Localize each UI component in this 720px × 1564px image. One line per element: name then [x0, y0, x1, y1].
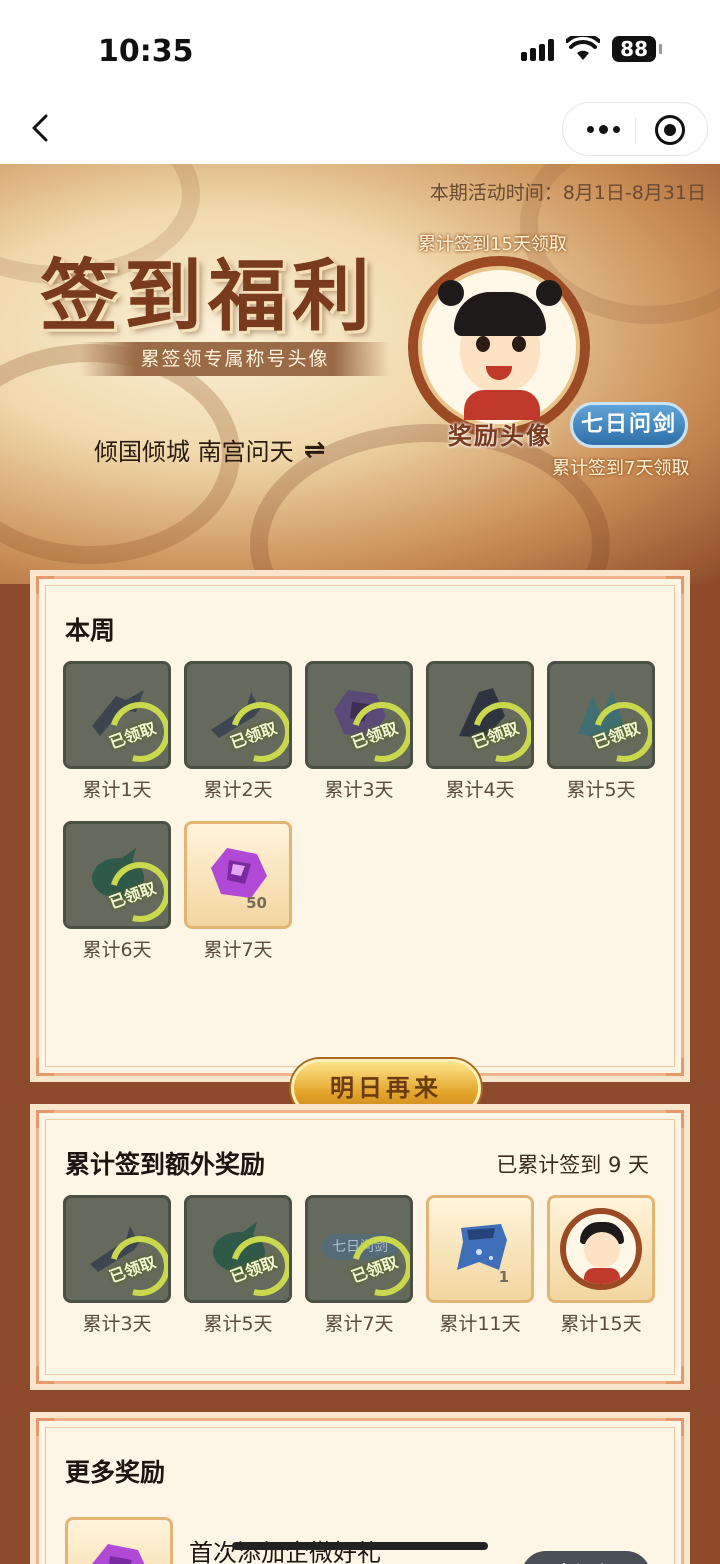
item-label: 累计1天	[82, 779, 152, 801]
cumulative-item-day5[interactable]: 已领取 累计5天	[184, 1195, 292, 1336]
more-title: 更多奖励	[65, 1458, 166, 1487]
status-bar: 10:35 88	[0, 0, 720, 100]
avatar-reward-condition: 累计签到15天领取	[418, 234, 567, 255]
character-switch[interactable]: 倾国倾城 南宫问天 ⇌	[94, 432, 325, 467]
item-label: 累计6天	[82, 939, 152, 961]
event-banner: 本期活动时间：8月1日-8月31日 签到福利 累签领专属称号头像 倾国倾城 南宫…	[0, 164, 720, 584]
home-indicator	[232, 1542, 488, 1550]
activity-time: 本期活动时间：8月1日-8月31日	[429, 182, 706, 204]
item-label: 累计2天	[203, 779, 273, 801]
weekly-item-day7[interactable]: 50 累计7天	[184, 821, 292, 962]
item-label: 累计7天	[324, 1313, 394, 1335]
cumulative-item-day7[interactable]: 七日问剑 已领取 累计7天	[305, 1195, 413, 1336]
item-label: 累计5天	[566, 779, 636, 801]
cumulative-panel: 累计签到额外奖励 已累计签到 9 天 已领取 累计3天 已领取 累计5天 七日问…	[36, 1110, 684, 1384]
weekly-panel: 本周 已领取 累计1天 已领取 累计2天 已领取 累计3天 已领取 累计4天 已…	[36, 576, 684, 1117]
banner-title: 签到福利	[40, 251, 377, 342]
come-back-tomorrow-button[interactable]: 明日再来	[291, 1059, 481, 1117]
more-icon[interactable]	[581, 117, 625, 141]
status-time: 10:35	[98, 34, 194, 69]
nav-bar	[0, 100, 720, 164]
blue-cape-icon	[457, 1224, 507, 1270]
purple-gem-icon	[211, 848, 267, 898]
weekly-item-day4[interactable]: 已领取 累计4天	[426, 661, 534, 802]
avatar-caption: 奖励头像	[448, 422, 552, 450]
weekly-title: 本周	[65, 616, 116, 645]
title-badge: 七日问剑	[570, 402, 688, 448]
weekly-item-day1[interactable]: 已领取 累计1天	[63, 661, 171, 802]
title-reward-condition: 累计签到7天领取	[552, 458, 690, 479]
item-label: 累计5天	[203, 1313, 273, 1335]
item-label: 累计4天	[445, 779, 515, 801]
cumulative-item-day11[interactable]: 1 累计11天	[426, 1195, 534, 1336]
avatar-reward-icon	[560, 1208, 642, 1290]
swap-icon[interactable]: ⇌	[304, 435, 326, 465]
item-quantity: 1	[498, 1268, 509, 1286]
item-label: 累计7天	[203, 939, 273, 961]
weekly-item-day3[interactable]: 已领取 累计3天	[305, 661, 413, 802]
close-miniprogram-icon[interactable]	[655, 115, 685, 145]
mini-program-capsule	[562, 102, 708, 156]
reward-avatar	[408, 256, 590, 438]
cumulative-item-day3[interactable]: 已领取 累计3天	[63, 1195, 171, 1336]
capsule-divider	[635, 117, 636, 143]
item-label: 累计11天	[439, 1313, 521, 1335]
status-icons: 88	[521, 36, 662, 62]
purple-gem-icon	[92, 1544, 145, 1564]
cumulative-item-day15[interactable]: 累计15天	[547, 1195, 655, 1336]
weekly-item-day5[interactable]: 已领取 累计5天	[547, 661, 655, 802]
item-quantity: 50	[246, 894, 267, 912]
back-icon[interactable]	[22, 108, 62, 148]
item-label: 累计3天	[82, 1313, 152, 1335]
item-label: 累计3天	[324, 779, 394, 801]
signal-icon	[521, 37, 555, 61]
item-label: 累计15天	[560, 1313, 642, 1335]
banner-subtitle: 累签领专属称号头像	[80, 342, 390, 376]
weekly-item-day2[interactable]: 已领取 累计2天	[184, 661, 292, 802]
go-add-button[interactable]: 去添加	[521, 1551, 651, 1564]
cumulative-title: 累计签到额外奖励	[65, 1150, 266, 1179]
character-name: 倾国倾城 南宫问天	[94, 438, 294, 466]
battery-icon: 88	[612, 36, 662, 62]
wifi-icon	[566, 36, 601, 60]
weekly-item-day6[interactable]: 已领取 累计6天	[63, 821, 171, 962]
more-item-tile	[65, 1517, 173, 1564]
cumulative-progress: 已累计签到 9 天	[496, 1153, 649, 1177]
